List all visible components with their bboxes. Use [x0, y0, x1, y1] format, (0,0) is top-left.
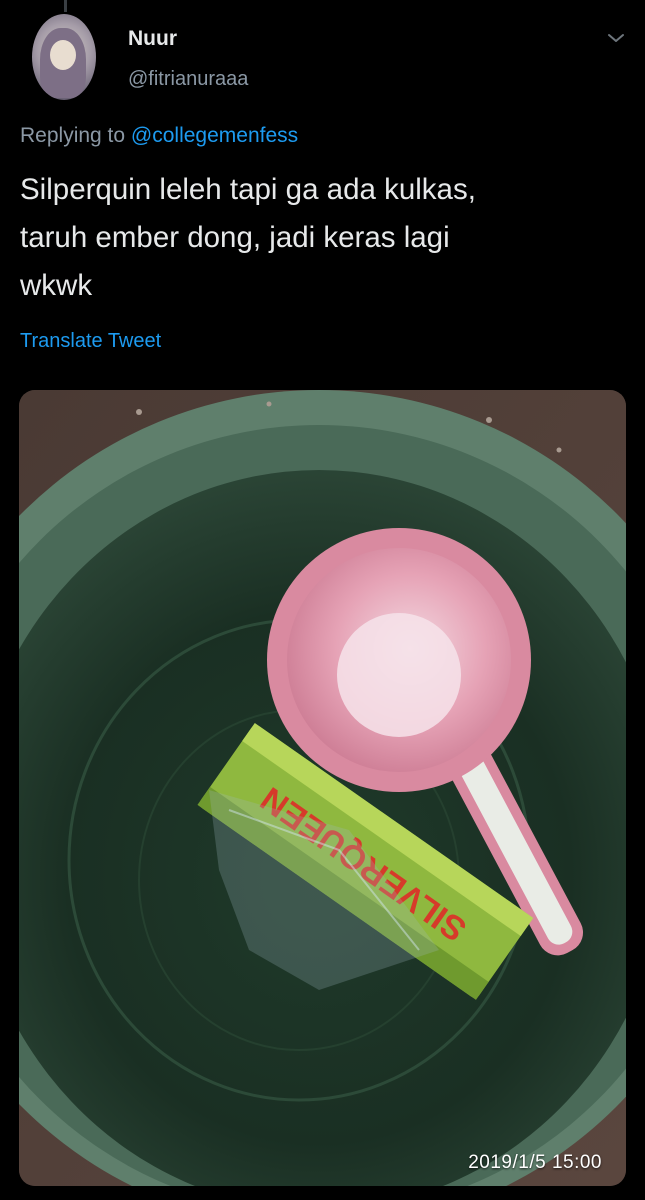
tweet-text-line: taruh ember dong, jadi keras lagi: [20, 221, 450, 254]
avatar[interactable]: [32, 14, 96, 100]
avatar-face-shape: [50, 40, 76, 70]
replying-mention-link[interactable]: @collegemenfess: [131, 124, 298, 147]
tweet-text-line: Silperquin leleh tapi ga ada kulkas,: [20, 173, 476, 206]
translate-tweet-link[interactable]: Translate Tweet: [20, 330, 161, 353]
photo-illustration: SILVERQUEEN: [19, 390, 626, 1186]
tweet-text: Silperquin leleh tapi ga ada kulkas, tar…: [20, 166, 630, 310]
tweet-text-line: wkwk: [20, 269, 93, 302]
user-handle[interactable]: @fitrianuraaa: [128, 68, 248, 91]
replying-to: Replying to @collegemenfess: [20, 124, 298, 148]
chevron-down-icon[interactable]: [606, 28, 626, 48]
tweet-photo[interactable]: SILVERQUEEN 2019/1/5 15:00: [19, 390, 626, 1186]
replying-prefix: Replying to: [20, 124, 131, 147]
display-name[interactable]: Nuur: [128, 27, 177, 51]
photo-timestamp: 2019/1/5 15:00: [468, 1152, 602, 1173]
thread-connector-line: [64, 0, 67, 12]
